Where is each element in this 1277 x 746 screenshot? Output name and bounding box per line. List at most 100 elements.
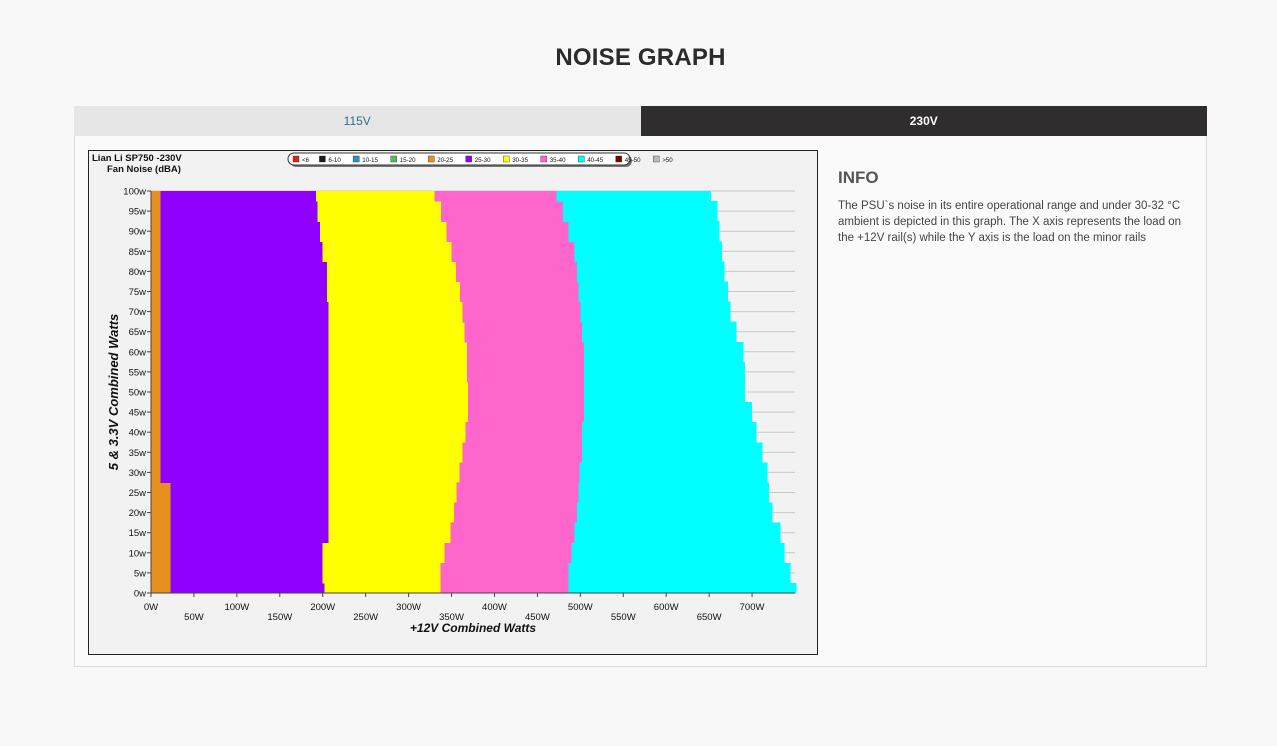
x-tick-label: 150W bbox=[267, 612, 292, 623]
legend-swatch bbox=[428, 155, 435, 163]
y-tick-label: 0w bbox=[134, 589, 146, 600]
info-heading: INFO bbox=[838, 168, 879, 187]
chart-subtitle: Fan Noise (dBA) bbox=[107, 164, 181, 175]
tab-230v[interactable]: 230V bbox=[640, 106, 1207, 136]
info-text: The PSU`s noise in its entire operationa… bbox=[838, 200, 1182, 244]
band-40-45-cell bbox=[578, 482, 770, 504]
band-35-40-cell bbox=[434, 191, 557, 202]
legend-swatch bbox=[353, 155, 360, 163]
band-35-40-cell bbox=[440, 582, 569, 594]
x-tick-label: 700W bbox=[740, 602, 765, 613]
y-tick-label: 25w bbox=[129, 488, 147, 499]
y-tick-label: 85w bbox=[129, 247, 147, 258]
band-25-30-cell bbox=[160, 261, 328, 283]
band-30-35-cell bbox=[327, 261, 456, 283]
y-tick-label: 10w bbox=[129, 548, 147, 559]
x-axis-title: +12V Combined Watts bbox=[410, 621, 536, 635]
legend-swatch bbox=[465, 155, 472, 163]
band-20-25-cell bbox=[151, 442, 161, 463]
x-tick-label: 50W bbox=[184, 612, 204, 623]
x-tick-label: 500W bbox=[568, 602, 593, 613]
x-tick-label: 0W bbox=[144, 602, 158, 613]
y-tick-label: 55w bbox=[129, 367, 147, 378]
band-40-45-cell bbox=[580, 301, 731, 323]
band-35-40-cell bbox=[467, 381, 584, 403]
legend-swatch bbox=[653, 155, 660, 163]
legend-label: 20-25 bbox=[437, 157, 453, 164]
band-40-45-cell bbox=[578, 281, 729, 303]
band-30-35-cell bbox=[324, 582, 441, 594]
legend-swatch bbox=[540, 155, 547, 163]
band-40-45-cell bbox=[582, 442, 763, 463]
band-35-40-cell bbox=[466, 341, 584, 363]
legend-label: 6-10 bbox=[328, 157, 341, 164]
band-25-30-cell bbox=[170, 502, 329, 524]
band-35-40-cell bbox=[464, 321, 583, 343]
band-25-30-cell bbox=[170, 562, 323, 584]
band-40-45-cell bbox=[583, 402, 753, 423]
legend-label: 40-45 bbox=[587, 157, 603, 164]
band-40-45-cell bbox=[563, 201, 718, 222]
band-20-25-cell bbox=[151, 482, 171, 504]
y-tick-label: 90w bbox=[129, 227, 147, 238]
band-40-45-cell bbox=[571, 542, 785, 564]
band-25-30-cell bbox=[160, 381, 329, 403]
noise-chart-svg: 0w 5w 10w 15w 20w 25w 30w 35w 40w 45w 50w 55w 60w 65w… bbox=[92, 152, 797, 635]
band-40-45-cell bbox=[576, 261, 725, 283]
band-25-30-cell bbox=[170, 582, 325, 594]
band-40-45-cell bbox=[568, 221, 720, 242]
band-25-30-cell bbox=[160, 442, 329, 463]
legend-label: 30-35 bbox=[512, 157, 528, 164]
tab-115v[interactable]: 115V bbox=[74, 106, 641, 136]
band-35-40-cell bbox=[460, 281, 579, 303]
band-40-45-cell bbox=[574, 522, 781, 544]
band-20-25-cell bbox=[151, 341, 161, 363]
band-20-25-cell bbox=[151, 321, 161, 343]
band-20-25-cell bbox=[151, 191, 161, 202]
band-20-25-cell bbox=[151, 502, 171, 524]
legend-swatch bbox=[615, 155, 622, 163]
legend-swatch bbox=[390, 155, 397, 163]
x-tick-label: 250W bbox=[353, 612, 378, 623]
y-tick-label: 70w bbox=[129, 307, 147, 318]
band-30-35-cell bbox=[328, 381, 468, 403]
legend-label: <6 bbox=[302, 157, 310, 164]
y-tick-label: 100w bbox=[123, 187, 146, 198]
band-25-30-cell bbox=[160, 462, 329, 484]
y-tick-label: 35w bbox=[129, 448, 147, 459]
band-35-40-cell bbox=[440, 562, 569, 584]
band-30-35-cell bbox=[328, 422, 466, 443]
band-25-30-cell bbox=[160, 341, 329, 363]
band-35-40-cell bbox=[467, 402, 584, 423]
band-20-25-cell bbox=[151, 281, 161, 303]
band-20-25-cell bbox=[151, 462, 161, 484]
band-35-40-cell bbox=[459, 462, 580, 484]
band-30-35-cell bbox=[328, 442, 463, 463]
y-tick-label: 30w bbox=[129, 468, 147, 479]
band-20-25-cell bbox=[151, 562, 171, 584]
band-30-35-cell bbox=[328, 321, 465, 343]
band-25-30-cell bbox=[160, 361, 329, 383]
band-20-25-cell bbox=[151, 542, 171, 564]
y-tick-label: 40w bbox=[129, 428, 147, 439]
band-25-30-cell bbox=[160, 321, 329, 343]
legend-swatch bbox=[319, 155, 326, 163]
band-40-45-cell bbox=[576, 502, 773, 524]
band-30-35-cell bbox=[315, 191, 435, 202]
legend-label: 15-20 bbox=[400, 157, 416, 164]
x-tick-label: 550W bbox=[611, 612, 636, 623]
band-20-25-cell bbox=[151, 361, 161, 383]
band-35-40-cell bbox=[444, 542, 572, 564]
band-35-40-cell bbox=[446, 221, 569, 242]
band-25-30-cell bbox=[160, 241, 323, 262]
band-35-40-cell bbox=[462, 442, 583, 463]
y-tick-label: 75w bbox=[129, 287, 147, 298]
band-25-30-cell bbox=[160, 402, 329, 423]
chart-title: Lian Li SP750 -230V bbox=[92, 153, 182, 164]
y-tick-label: 80w bbox=[129, 267, 147, 278]
band-40-45-cell bbox=[582, 422, 757, 443]
x-tick-label: 600W bbox=[654, 602, 679, 613]
band-30-35-cell bbox=[328, 462, 460, 484]
band-40-45-cell bbox=[556, 191, 711, 202]
band-35-40-cell bbox=[462, 301, 581, 323]
